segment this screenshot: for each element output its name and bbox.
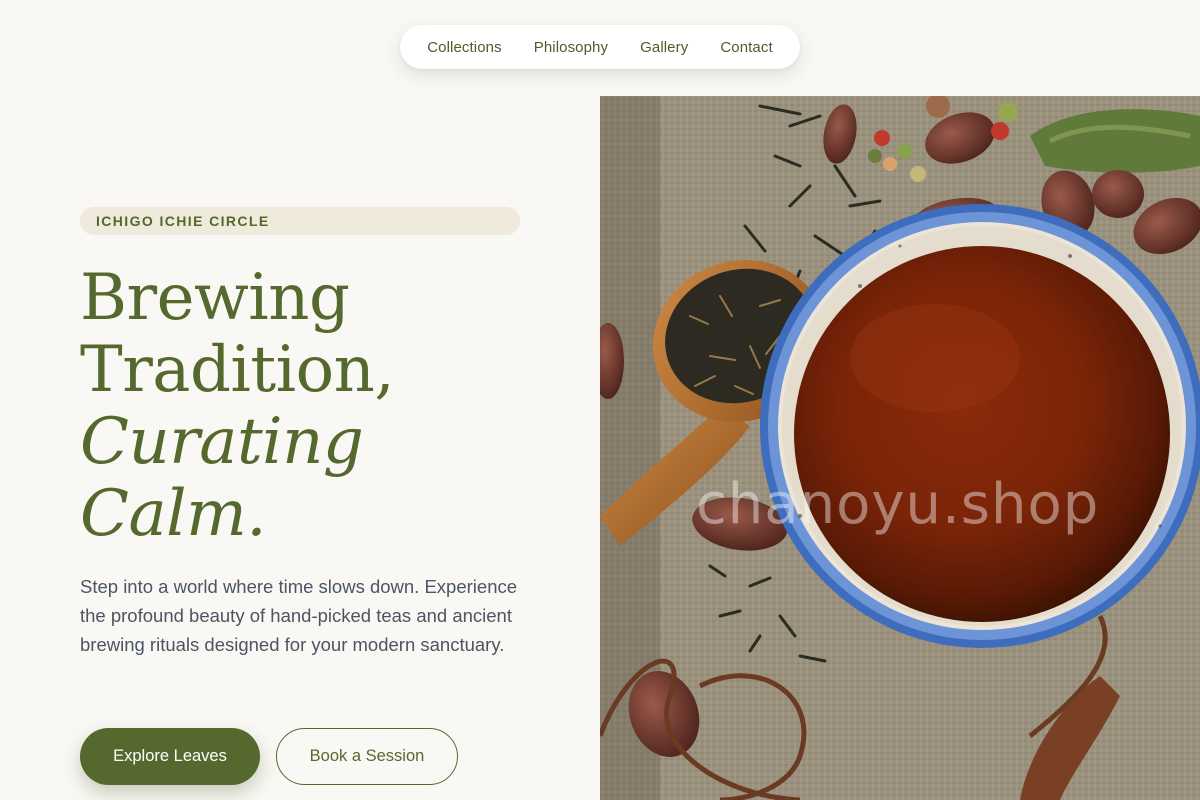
tea-liquid bbox=[794, 246, 1170, 622]
nav-item-contact[interactable]: Contact bbox=[720, 39, 772, 56]
hero-intro: Step into a world where time slows down.… bbox=[80, 576, 518, 655]
hero-tea-image: chanoyu.shop bbox=[600, 96, 1200, 800]
hero-title-line-2: Tradition, bbox=[80, 333, 395, 407]
top-nav: Collections Philosophy Gallery Contact bbox=[400, 25, 800, 69]
nav-item-philosophy[interactable]: Philosophy bbox=[534, 39, 608, 56]
image-watermark: chanoyu.shop bbox=[696, 472, 1100, 537]
book-session-button[interactable]: Book a Session bbox=[276, 728, 458, 785]
hero-title-line-4: Calm. bbox=[80, 477, 267, 551]
explore-leaves-button[interactable]: Explore Leaves bbox=[80, 728, 260, 785]
tea-bowl bbox=[760, 204, 1200, 648]
hero-title: Brewing Tradition, Curating Calm. bbox=[80, 262, 560, 550]
tea-photo-illustration bbox=[600, 96, 1200, 800]
nav-item-collections[interactable]: Collections bbox=[427, 39, 501, 56]
nav-item-gallery[interactable]: Gallery bbox=[640, 39, 688, 56]
hero-title-line-3: Curating bbox=[80, 405, 364, 479]
hero-title-line-1: Brewing bbox=[80, 261, 350, 335]
eyebrow-badge: ICHIGO ICHIE CIRCLE bbox=[80, 207, 520, 235]
